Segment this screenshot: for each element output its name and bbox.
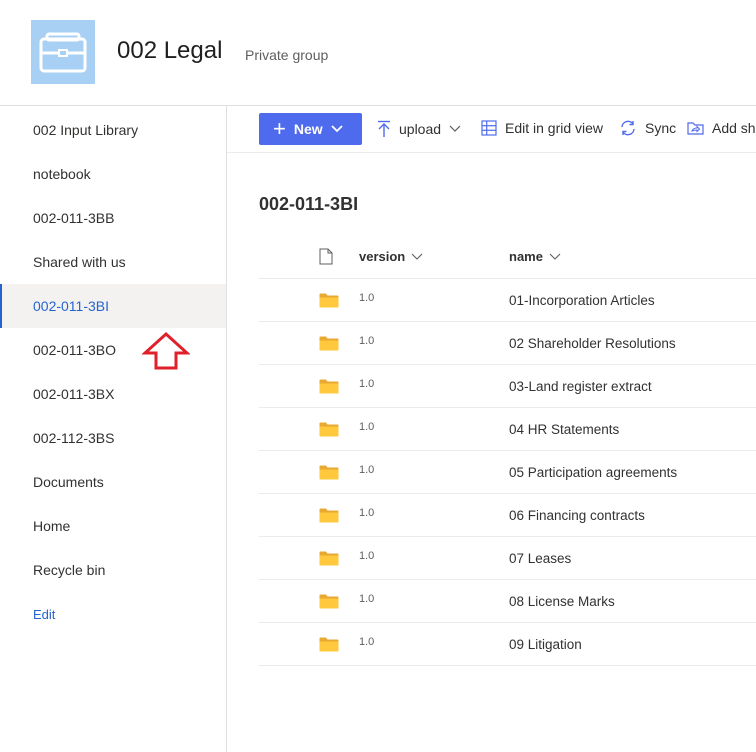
table-row[interactable]: 1.0 08 License Marks [259, 580, 756, 623]
row-version: 1.0 [359, 550, 375, 562]
table-row[interactable]: 1.0 07 Leases [259, 537, 756, 580]
table-row[interactable]: 1.0 09 Litigation [259, 623, 756, 666]
add-shortcut-label: Add sh [712, 120, 756, 136]
group-title: 002 Legal [117, 37, 223, 64]
upload-arrow-icon [378, 120, 390, 137]
sync-button[interactable]: Sync [619, 120, 676, 136]
sidebar-item-002-011-3bi[interactable]: 002-011-3BI [0, 284, 226, 328]
row-version: 1.0 [359, 636, 375, 648]
file-type-icon[interactable] [319, 248, 333, 265]
folder-icon [319, 508, 339, 528]
folder-icon [319, 551, 339, 571]
row-name-link[interactable]: 03-Land register extract [509, 379, 652, 394]
chevron-down-icon [411, 253, 423, 260]
briefcase-icon [39, 32, 87, 73]
folder-icon [319, 465, 339, 485]
sidebar-item-002-011-3bb[interactable]: 002-011-3BB [0, 196, 226, 240]
sidebar-item-002-input-library[interactable]: 002 Input Library [0, 108, 226, 152]
row-version: 1.0 [359, 335, 375, 347]
folder-icon [319, 336, 339, 356]
column-version-label: version [359, 249, 406, 264]
left-navigation: 002 Input Library notebook 002-011-3BB S… [0, 106, 227, 752]
folder-icon [319, 293, 339, 313]
grid-icon [481, 120, 497, 136]
sidebar-item-002-112-3bs[interactable]: 002-112-3BS [0, 416, 226, 460]
new-button-label: New [293, 121, 323, 137]
add-shortcut-button[interactable]: Add sh [687, 120, 756, 136]
folder-icon [319, 594, 339, 614]
sidebar-item-002-011-3bo[interactable]: 002-011-3BO [0, 328, 226, 372]
sync-icon [621, 120, 635, 136]
column-header-version[interactable]: version [359, 249, 423, 264]
table-row[interactable]: 1.0 03-Land register extract [259, 365, 756, 408]
row-version: 1.0 [359, 507, 375, 519]
site-header: 002 Legal Private group [0, 0, 756, 106]
folder-icon [319, 379, 339, 399]
row-name-link[interactable]: 06 Financing contracts [509, 508, 645, 523]
table-row[interactable]: 1.0 05 Participation agreements [259, 451, 756, 494]
chevron-down-icon [331, 125, 343, 133]
table-row[interactable]: 1.0 06 Financing contracts [259, 494, 756, 537]
table-row[interactable]: 1.0 04 HR Statements [259, 408, 756, 451]
row-name-link[interactable]: 04 HR Statements [509, 422, 619, 437]
sidebar-item-home[interactable]: Home [0, 504, 226, 548]
library-title: 002-011-3BI [259, 194, 359, 214]
row-version: 1.0 [359, 421, 375, 433]
sidebar-item-documents[interactable]: Documents [0, 460, 226, 504]
row-version: 1.0 [359, 292, 375, 304]
row-version: 1.0 [359, 464, 375, 476]
shortcut-folder-icon [687, 122, 704, 135]
table-row[interactable]: 1.0 02 Shareholder Resolutions [259, 322, 756, 365]
row-name-link[interactable]: 01-Incorporation Articles [509, 293, 655, 308]
command-bar: + New upload Edit in grid view Sync Add … [227, 106, 756, 153]
sidebar-item-shared-with-us[interactable]: Shared with us [0, 240, 226, 284]
row-version: 1.0 [359, 378, 375, 390]
table-row[interactable]: 1.0 01-Incorporation Articles [259, 279, 756, 322]
group-logo[interactable] [31, 20, 95, 84]
group-privacy-label: Private group [245, 47, 329, 63]
upload-label: upload [399, 121, 442, 137]
plus-icon: + [273, 116, 286, 141]
sync-label: Sync [645, 120, 677, 136]
row-name-link[interactable]: 05 Participation agreements [509, 465, 677, 480]
folder-icon [319, 637, 339, 657]
row-name-link[interactable]: 08 License Marks [509, 594, 615, 609]
upload-button[interactable]: upload [377, 120, 461, 138]
column-header-name[interactable]: name [509, 249, 561, 264]
edit-in-grid-view-label: Edit in grid view [505, 120, 604, 136]
chevron-down-icon [449, 125, 461, 132]
column-name-label: name [509, 249, 543, 264]
row-version: 1.0 [359, 593, 375, 605]
sidebar-item-recycle-bin[interactable]: Recycle bin [0, 548, 226, 592]
sidebar-item-002-011-3bx[interactable]: 002-011-3BX [0, 372, 226, 416]
sidebar-item-notebook[interactable]: notebook [0, 152, 226, 196]
chevron-down-icon [549, 253, 561, 260]
sidebar-edit-link[interactable]: Edit [0, 592, 226, 636]
row-name-link[interactable]: 02 Shareholder Resolutions [509, 336, 676, 351]
row-name-link[interactable]: 09 Litigation [509, 637, 582, 652]
list-header: version name [259, 236, 756, 279]
folder-icon [319, 422, 339, 442]
red-up-arrow-icon [142, 331, 190, 370]
row-name-link[interactable]: 07 Leases [509, 551, 571, 566]
new-button[interactable]: + New [259, 113, 362, 145]
edit-in-grid-view-button[interactable]: Edit in grid view [481, 120, 603, 136]
